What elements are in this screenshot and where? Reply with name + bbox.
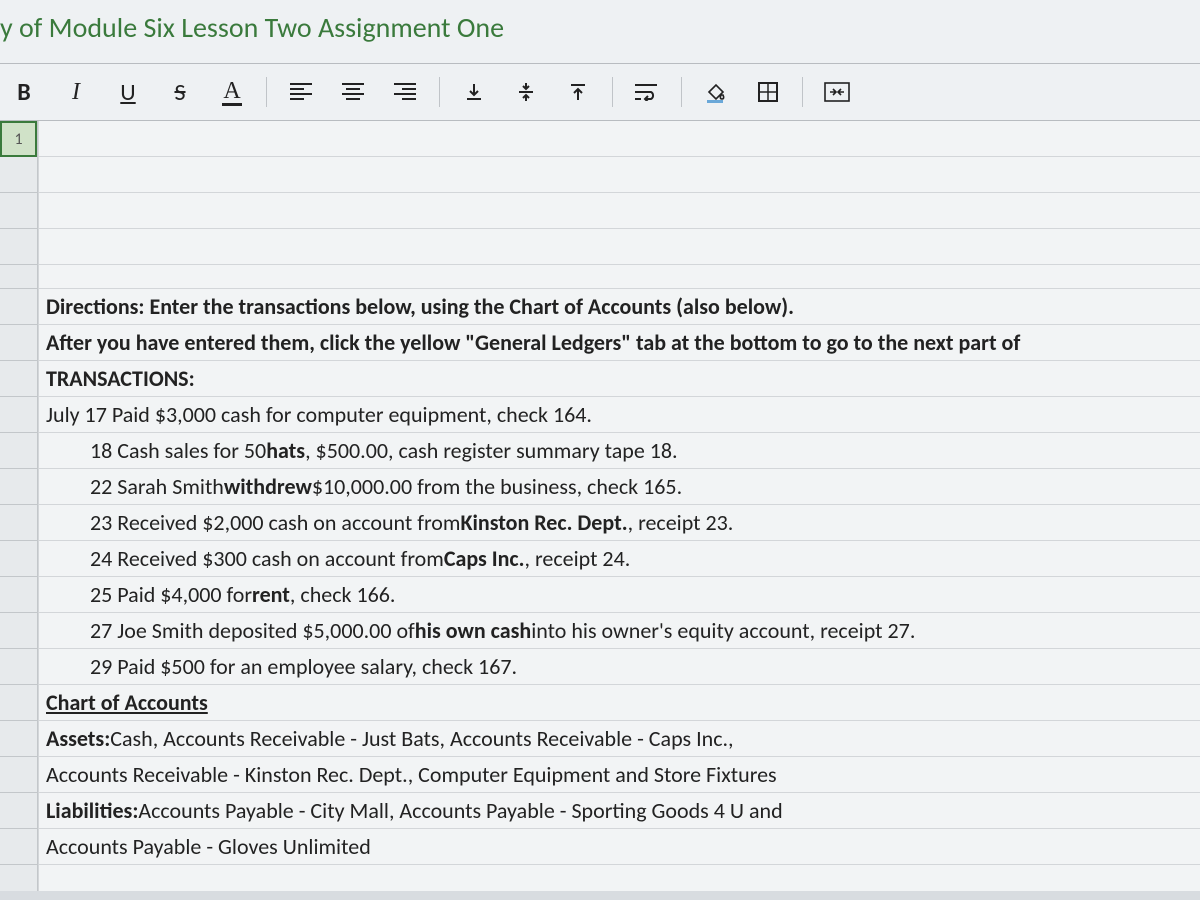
merge-icon [824, 82, 850, 102]
assets-line-2[interactable]: Accounts Receivable - Kinston Rec. Dept.… [38, 757, 1200, 793]
row-header[interactable] [0, 469, 37, 505]
arrow-down-bar-icon [464, 82, 484, 102]
row-header[interactable] [0, 505, 37, 541]
bold-button[interactable]: B [0, 72, 48, 112]
liabilities-line-1[interactable]: Liabilities: Accounts Payable - City Mal… [38, 793, 1200, 829]
align-center-button[interactable] [329, 72, 377, 112]
row-header[interactable] [0, 577, 37, 613]
cell[interactable] [38, 265, 1200, 289]
row-header-selected[interactable]: 1 [0, 121, 37, 157]
transaction-jul-25[interactable]: 25 Paid $4,000 for rent, check 166. [38, 577, 1200, 613]
row-header[interactable] [0, 829, 37, 865]
cell[interactable] [38, 229, 1200, 265]
row-header[interactable] [0, 193, 37, 229]
toolbar-separator [802, 77, 803, 107]
row-header[interactable] [0, 757, 37, 793]
chart-of-accounts-header[interactable]: Chart of Accounts [38, 685, 1200, 721]
font-color-button[interactable]: A [208, 72, 256, 112]
align-right-icon [394, 83, 416, 101]
cell[interactable] [38, 157, 1200, 193]
align-left-icon [290, 83, 312, 101]
row-header[interactable] [0, 613, 37, 649]
row-header[interactable] [0, 793, 37, 829]
row-header[interactable] [0, 397, 37, 433]
arrow-up-bar-icon [568, 82, 588, 102]
arrow-center-icon [516, 82, 536, 102]
cell[interactable] [38, 121, 1200, 157]
transaction-jul-17[interactable]: July 17 Paid $3,000 cash for computer eq… [38, 397, 1200, 433]
row-header[interactable] [0, 229, 37, 265]
strikethrough-button[interactable]: S [156, 72, 204, 112]
directions-line-1[interactable]: Directions: Enter the transactions below… [38, 289, 1200, 325]
transactions-header[interactable]: TRANSACTIONS: [38, 361, 1200, 397]
merge-cells-button[interactable] [813, 72, 861, 112]
cell[interactable] [38, 193, 1200, 229]
valign-top-button[interactable] [554, 72, 602, 112]
transaction-jul-27[interactable]: 27 Joe Smith deposited $5,000.00 of his … [38, 613, 1200, 649]
borders-icon [757, 81, 779, 103]
row-header[interactable] [0, 721, 37, 757]
liabilities-line-2[interactable]: Accounts Payable - Gloves Unlimited [38, 829, 1200, 865]
toolbar-separator [612, 77, 613, 107]
formatting-toolbar: B I U S A [0, 64, 1200, 121]
align-left-button[interactable] [277, 72, 325, 112]
row-header[interactable] [0, 265, 37, 289]
transaction-jul-23[interactable]: 23 Received $2,000 cash on account from … [38, 505, 1200, 541]
wrap-text-icon [635, 83, 659, 101]
align-center-icon [342, 83, 364, 101]
row-header[interactable] [0, 325, 37, 361]
transaction-jul-29[interactable]: 29 Paid $500 for an employee salary, che… [38, 649, 1200, 685]
row-header[interactable] [0, 157, 37, 193]
underline-button[interactable]: U [104, 72, 152, 112]
transaction-jul-22[interactable]: 22 Sarah Smith withdrew $10,000.00 from … [38, 469, 1200, 505]
row-header[interactable] [0, 541, 37, 577]
spreadsheet-grid[interactable]: 1 Directions: Enter the transactions bel… [0, 121, 1200, 891]
paint-bucket-icon [705, 81, 727, 103]
row-header[interactable] [0, 289, 37, 325]
valign-bottom-button[interactable] [450, 72, 498, 112]
row-header[interactable] [0, 361, 37, 397]
toolbar-separator [681, 77, 682, 107]
row-header[interactable] [0, 685, 37, 721]
row-header[interactable] [0, 649, 37, 685]
cells-area[interactable]: Directions: Enter the transactions below… [38, 121, 1200, 891]
document-title: y of Module Six Lesson Two Assignment On… [0, 0, 1200, 64]
row-header[interactable] [0, 433, 37, 469]
fill-color-button[interactable] [692, 72, 740, 112]
row-header-column: 1 [0, 121, 38, 891]
directions-line-2[interactable]: After you have entered them, click the y… [38, 325, 1200, 361]
italic-button[interactable]: I [52, 72, 100, 112]
align-right-button[interactable] [381, 72, 429, 112]
wrap-text-button[interactable] [623, 72, 671, 112]
toolbar-separator [266, 77, 267, 107]
transaction-jul-24[interactable]: 24 Received $300 cash on account from Ca… [38, 541, 1200, 577]
toolbar-separator [439, 77, 440, 107]
assets-line-1[interactable]: Assets: Cash, Accounts Receivable - Just… [38, 721, 1200, 757]
transaction-jul-18[interactable]: 18 Cash sales for 50 hats, $500.00, cash… [38, 433, 1200, 469]
borders-button[interactable] [744, 72, 792, 112]
valign-middle-button[interactable] [502, 72, 550, 112]
